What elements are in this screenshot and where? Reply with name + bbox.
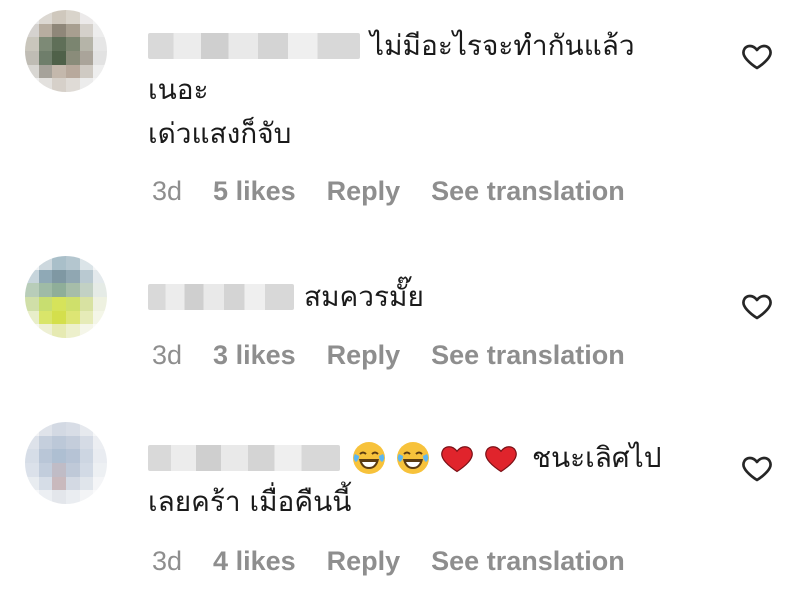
red-heart-icon [485,446,517,473]
likes-count[interactable]: 5 likes [213,176,296,207]
likes-count[interactable]: 3 likes [213,340,296,371]
comment-line: ชนะเลิศไป [148,436,708,480]
reply-button[interactable]: Reply [327,176,401,207]
heart-outline-icon[interactable] [740,452,774,484]
see-translation-button[interactable]: See translation [431,176,625,207]
comment-body: ชนะเลิศไป เลยคร้า เมื่อคืนนี้ [148,436,708,524]
see-translation-button[interactable]: See translation [431,340,625,371]
comment-meta: 3d 5 likes Reply See translation [152,176,625,207]
comment-line: สมควรมั๊ย [148,275,708,319]
likes-count[interactable]: 4 likes [213,546,296,577]
see-translation-button[interactable]: See translation [431,546,625,577]
username-blurred[interactable] [148,445,340,471]
heart-outline-icon[interactable] [740,290,774,322]
avatar[interactable] [25,10,107,92]
comment-time: 3d [152,546,183,576]
comment-text: สมควรมั๊ย [304,280,424,313]
avatar[interactable] [25,256,107,338]
comment-body: สมควรมั๊ย [148,275,708,319]
face-with-tears-of-joy-icon [353,442,385,474]
comment-time: 3d [152,176,183,206]
comment-text: เลยคร้า เมื่อคืนนี้ [148,485,352,518]
reply-button[interactable]: Reply [327,340,401,371]
comment-time: 3d [152,340,183,370]
heart-outline-icon[interactable] [740,40,774,72]
username-blurred[interactable] [148,284,294,310]
comment-meta: 3d 4 likes Reply See translation [152,546,625,577]
comment-meta: 3d 3 likes Reply See translation [152,340,625,371]
comment-body: ไม่มีอะไรจะทำกันแล้ว เนอะ เด่วแสงก็จับ [148,24,708,156]
red-heart-icon [441,446,473,473]
comment-line: ไม่มีอะไรจะทำกันแล้ว [148,24,708,68]
comment-text: ชนะเลิศไป [532,441,662,474]
face-with-tears-of-joy-icon [397,442,429,474]
comment-text: เด่วแสงก็จับ [148,117,292,150]
reply-button[interactable]: Reply [327,546,401,577]
comment-text: เนอะ [148,73,209,106]
avatar[interactable] [25,422,107,504]
username-blurred[interactable] [148,33,360,59]
comment-text: ไม่มีอะไรจะทำกันแล้ว [370,29,635,62]
